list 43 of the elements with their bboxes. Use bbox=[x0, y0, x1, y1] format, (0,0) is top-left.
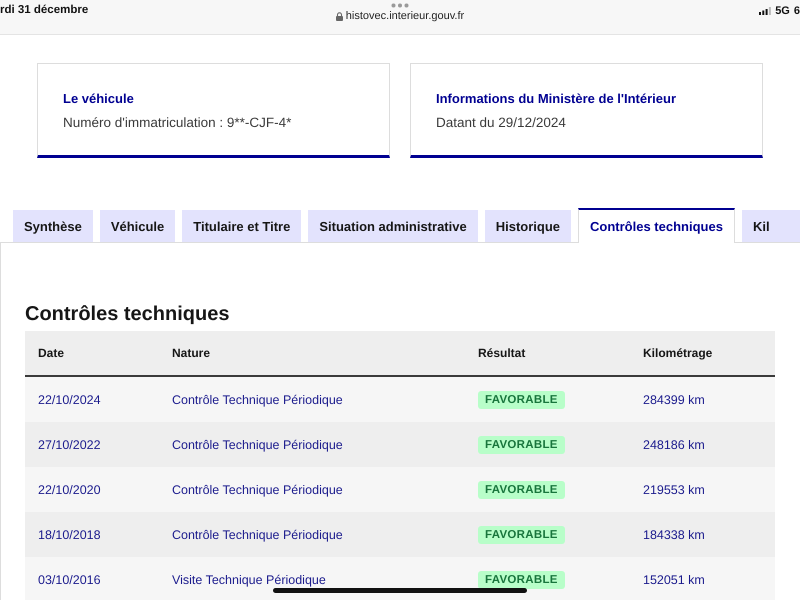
tab[interactable]: Véhicule bbox=[100, 210, 176, 242]
battery-text: 6 bbox=[794, 5, 800, 17]
result-badge: FAVORABLE bbox=[478, 480, 565, 498]
mileage-cell: 284399 km bbox=[643, 392, 705, 406]
nature-cell: Contrôle Technique Périodique bbox=[172, 528, 343, 542]
column-header: Kilométrage bbox=[643, 346, 712, 360]
nature-cell: Contrôle Technique Périodique bbox=[172, 482, 343, 496]
result-badge: FAVORABLE bbox=[478, 526, 565, 544]
nature-cell: Visite Technique Périodique bbox=[172, 572, 326, 586]
tab[interactable]: Titulaire et Titre bbox=[182, 210, 302, 242]
card-text: Datant du 29/12/2024 bbox=[436, 115, 567, 130]
tab[interactable]: Historique bbox=[484, 210, 572, 242]
date-cell: 27/10/2022 bbox=[38, 438, 101, 452]
mileage-cell: 248186 km bbox=[643, 438, 705, 452]
result-badge: FAVORABLE bbox=[478, 390, 565, 408]
card-text: Numéro d'immatriculation : 9**-CJF-4* bbox=[63, 115, 292, 130]
tab[interactable]: Contrôles techniques bbox=[578, 208, 735, 243]
tab[interactable]: Kil bbox=[742, 210, 800, 242]
date-cell: 22/10/2024 bbox=[38, 392, 101, 406]
section-title: Contrôles techniques bbox=[25, 302, 230, 327]
mileage-cell: 219553 km bbox=[643, 482, 705, 496]
date-cell: 22/10/2020 bbox=[38, 482, 101, 496]
column-header: Résultat bbox=[478, 346, 526, 360]
lock-icon bbox=[336, 12, 343, 20]
url-text[interactable]: histovec.interieur.gouv.fr bbox=[346, 10, 464, 22]
date-cell: 18/10/2018 bbox=[38, 528, 101, 542]
nature-cell: Contrôle Technique Périodique bbox=[172, 438, 343, 452]
result-badge: FAVORABLE bbox=[478, 436, 565, 454]
card-title: Informations du Ministère de l'Intérieur bbox=[436, 91, 678, 106]
mileage-cell: 152051 km bbox=[643, 572, 705, 586]
more-icon[interactable] bbox=[390, 3, 409, 8]
tab[interactable]: Situation administrative bbox=[308, 210, 478, 242]
column-header: Nature bbox=[172, 346, 210, 360]
date-text: rdi 31 décembre bbox=[0, 3, 88, 16]
nature-cell: Contrôle Technique Périodique bbox=[172, 392, 343, 406]
column-header: Date bbox=[38, 346, 64, 360]
card-title: Le véhicule bbox=[63, 91, 135, 106]
date-cell: 03/10/2016 bbox=[38, 572, 101, 586]
signal-icon bbox=[759, 7, 772, 15]
result-badge: FAVORABLE bbox=[478, 570, 565, 588]
mileage-cell: 184338 km bbox=[643, 528, 705, 542]
network-text: 5G bbox=[775, 5, 790, 17]
tab[interactable]: Synthèse bbox=[13, 210, 93, 242]
